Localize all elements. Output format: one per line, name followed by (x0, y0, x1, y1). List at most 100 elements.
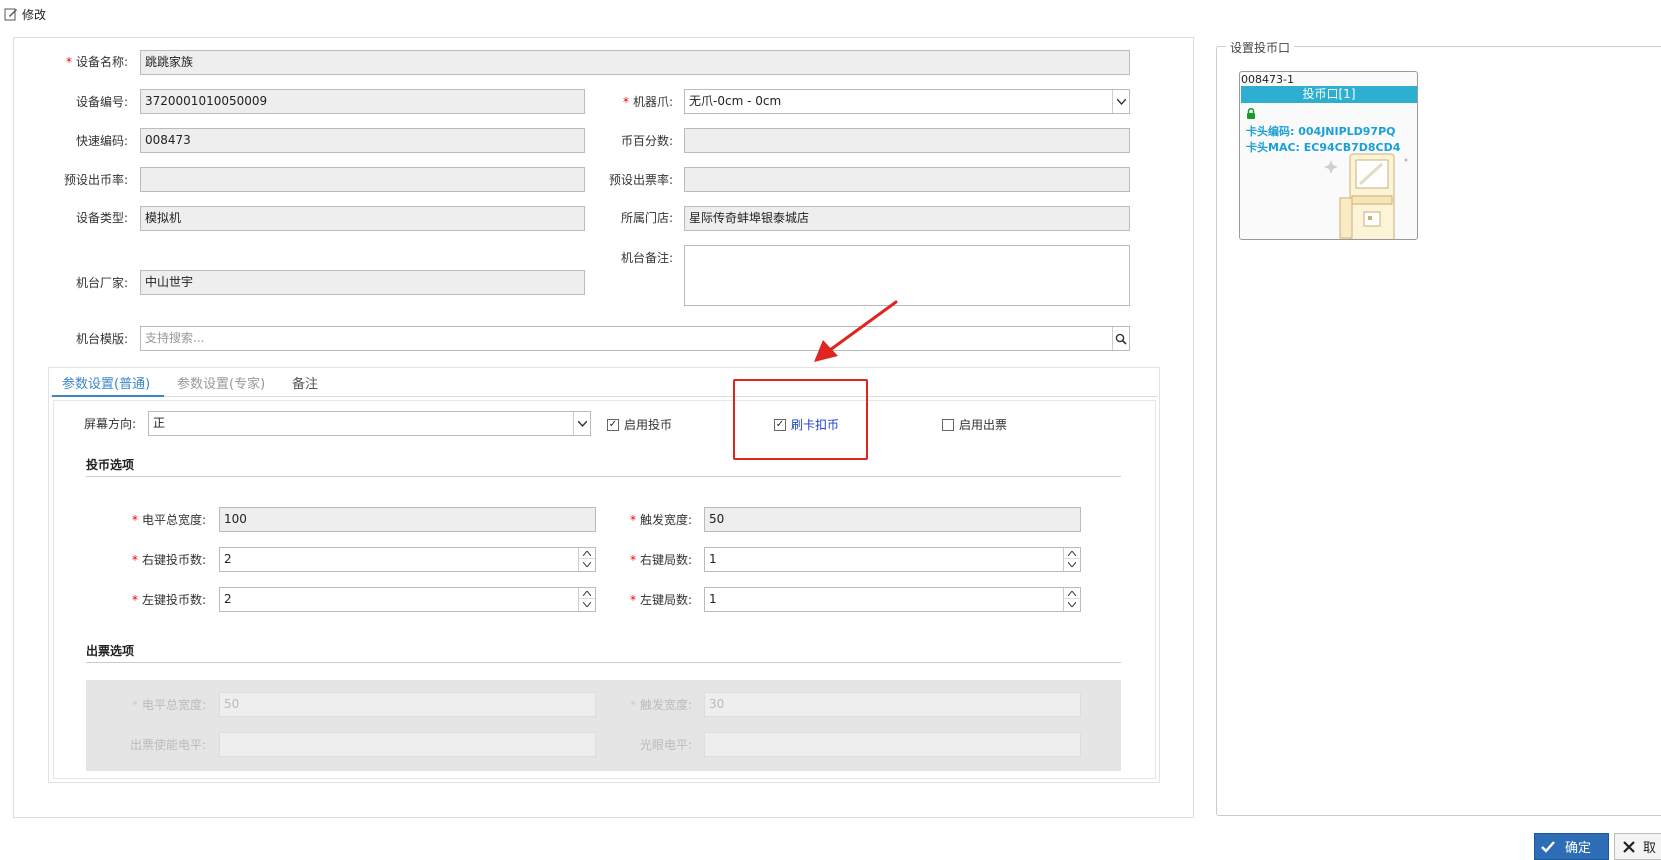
ticket-trigger-width-input: 30 (704, 692, 1081, 717)
ticket-level-width-input: 50 (219, 692, 596, 717)
tab-params-expert[interactable]: 参数设置(专家) (177, 373, 265, 392)
spin-down-icon[interactable] (1064, 559, 1080, 570)
left-key-rounds-label: * 左键局数: (629, 593, 692, 607)
preset-coin-rate-input[interactable] (140, 167, 585, 192)
ticket-section-title: 出票选项 (86, 644, 135, 658)
right-key-rounds-label: * 右键局数: (629, 553, 692, 567)
number-spinner[interactable] (578, 588, 595, 611)
quick-code-input[interactable]: 008473 (140, 128, 585, 153)
spin-up-icon[interactable] (579, 548, 595, 559)
coin-trigger-width-label: * 触发宽度: (629, 513, 692, 527)
device-type-label: 设备类型: (75, 211, 128, 225)
annotation-arrow-icon (814, 300, 898, 362)
card-header: 投币口[1] (1241, 86, 1417, 103)
spin-up-icon[interactable] (1064, 548, 1080, 559)
remark-textarea[interactable] (684, 245, 1130, 306)
close-icon (1623, 840, 1635, 853)
coin-level-width-input[interactable]: 100 (219, 507, 596, 532)
ticket-section-divider (86, 662, 1121, 663)
spin-down-icon[interactable] (579, 599, 595, 610)
ticket-enable-level-input (219, 732, 596, 757)
cancel-button[interactable]: 取 (1614, 833, 1661, 860)
coin-slot-card[interactable]: 008473-1 投币口[1] 卡头编码: 004JNIPLD97PQ 卡头MA… (1239, 71, 1418, 240)
card-id: 008473-1 (1241, 73, 1294, 86)
template-search-input[interactable]: 支持搜索... (140, 326, 1130, 351)
enable-coin-label: 启用投币 (624, 418, 673, 432)
device-name-input[interactable]: 跳跳家族 (140, 50, 1130, 75)
device-code-label: 设备编号: (75, 95, 128, 109)
right-key-coins-value: 2 (224, 552, 232, 566)
template-search-placeholder: 支持搜索... (145, 331, 205, 345)
ticket-trigger-width-label: * 触发宽度: (629, 698, 692, 712)
window-title-bar: 修改 (4, 5, 46, 23)
ticket-level-width-label: * 电平总宽度: (131, 698, 206, 712)
right-key-rounds-input[interactable]: 1 (704, 547, 1081, 572)
screen-dir-select[interactable]: 正 (148, 411, 591, 436)
device-name-label: * 设备名称: (66, 55, 129, 69)
number-spinner[interactable] (1063, 548, 1080, 571)
left-key-coins-label: * 左键投币数: (131, 593, 206, 607)
left-key-coins-input[interactable]: 2 (219, 587, 596, 612)
store-input[interactable]: 星际传奇蚌埠银泰城店 (684, 206, 1130, 231)
cancel-button-label: 取 (1643, 841, 1657, 856)
remark-label: 机台备注: (620, 251, 673, 265)
edit-icon (4, 8, 17, 21)
coin-level-width-label: * 电平总宽度: (131, 513, 206, 527)
claw-label: * 机器爪: (622, 95, 673, 109)
preset-ticket-rate-label: 预设出票率: (608, 173, 673, 187)
template-label: 机台模版: (75, 332, 128, 346)
claw-select-value: 无爪-0cm - 0cm (689, 94, 782, 108)
tab-params-normal[interactable]: 参数设置(普通) (62, 373, 150, 392)
enable-ticket-checkbox[interactable]: 启用出票 (942, 416, 1007, 433)
chevron-down-icon[interactable] (1112, 90, 1129, 113)
coin-section-divider (86, 476, 1121, 477)
left-key-coins-value: 2 (224, 592, 232, 606)
highlight-box (733, 379, 868, 460)
coin-slot-legend: 设置投币口 (1226, 39, 1295, 56)
arcade-machine-icon (1324, 153, 1408, 239)
enable-ticket-label: 启用出票 (959, 418, 1008, 432)
screen-dir-label: 屏幕方向: (83, 417, 136, 431)
number-spinner[interactable] (578, 548, 595, 571)
confirm-button-label: 确定 (1565, 841, 1592, 856)
number-spinner[interactable] (1063, 588, 1080, 611)
quick-code-label: 快速编码: (75, 134, 128, 148)
optical-level-label: 光眼电平: (639, 738, 692, 752)
coin-percent-input[interactable] (684, 128, 1130, 153)
right-key-rounds-value: 1 (709, 552, 717, 566)
spin-up-icon[interactable] (1064, 588, 1080, 599)
right-key-coins-label: * 右键投币数: (131, 553, 206, 567)
checkbox-unchecked-icon (942, 418, 954, 431)
preset-ticket-rate-input[interactable] (684, 167, 1130, 192)
tab-divider (50, 396, 1158, 397)
left-key-rounds-input[interactable]: 1 (704, 587, 1081, 612)
spin-down-icon[interactable] (1064, 599, 1080, 610)
coin-trigger-width-input[interactable]: 50 (704, 507, 1081, 532)
coin-percent-label: 币百分数: (620, 134, 673, 148)
tab-remark[interactable]: 备注 (292, 373, 318, 392)
spin-down-icon[interactable] (579, 559, 595, 570)
device-type-input[interactable]: 模拟机 (140, 206, 585, 231)
card-code-line: 卡头编码: 004JNIPLD97PQ (1246, 125, 1396, 138)
left-key-rounds-value: 1 (709, 592, 717, 606)
spin-up-icon[interactable] (579, 588, 595, 599)
lock-icon (1247, 108, 1255, 119)
optical-level-input (704, 732, 1081, 757)
right-key-coins-input[interactable]: 2 (219, 547, 596, 572)
coin-section-title: 投币选项 (86, 458, 135, 472)
screen-dir-value: 正 (153, 416, 166, 430)
device-code-input[interactable]: 3720001010050009 (140, 89, 585, 114)
confirm-button[interactable]: 确定 (1534, 833, 1609, 860)
store-label: 所属门店: (620, 211, 673, 225)
claw-select[interactable]: 无爪-0cm - 0cm (684, 89, 1130, 114)
tab-active-indicator (52, 395, 164, 397)
ticket-enable-level-label: 出票使能电平: (129, 738, 206, 752)
window-title: 修改 (22, 7, 47, 22)
enable-coin-checkbox[interactable]: ✓ 启用投币 (607, 416, 672, 433)
preset-coin-rate-label: 预设出币率: (63, 173, 128, 187)
check-icon (1541, 840, 1555, 853)
chevron-down-icon[interactable] (573, 412, 590, 435)
manufacturer-input[interactable]: 中山世宇 (140, 270, 585, 295)
manufacturer-label: 机台厂家: (75, 276, 128, 290)
search-icon[interactable] (1112, 327, 1129, 350)
